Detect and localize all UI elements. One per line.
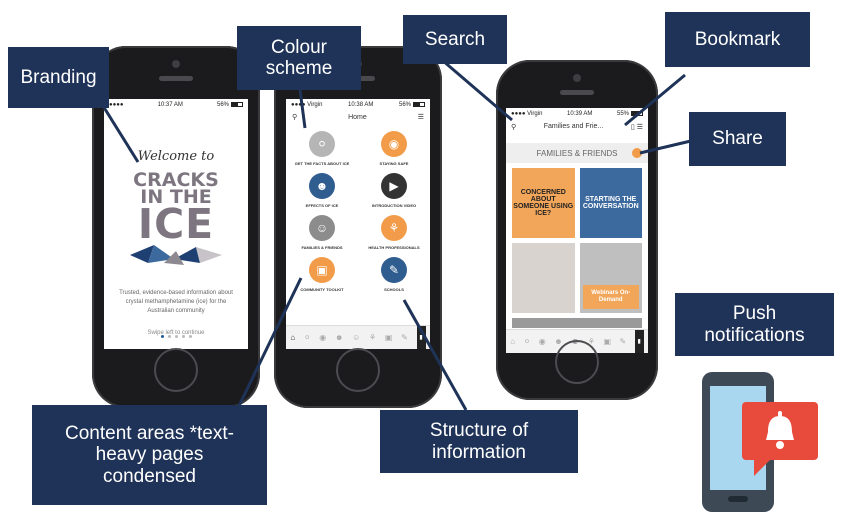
callout-structure: Structure of information <box>380 410 578 473</box>
callout-push: Push notifications <box>675 293 834 356</box>
callout-content-areas: Content areas *text-heavy pages condense… <box>32 405 267 505</box>
callout-bookmark: Bookmark <box>665 12 810 67</box>
push-notification-phone-icon <box>702 372 818 512</box>
callout-search: Search <box>403 15 507 64</box>
callout-colour-scheme: Colour scheme <box>237 26 361 90</box>
callout-share: Share <box>689 112 786 166</box>
callout-branding: Branding <box>8 47 109 108</box>
